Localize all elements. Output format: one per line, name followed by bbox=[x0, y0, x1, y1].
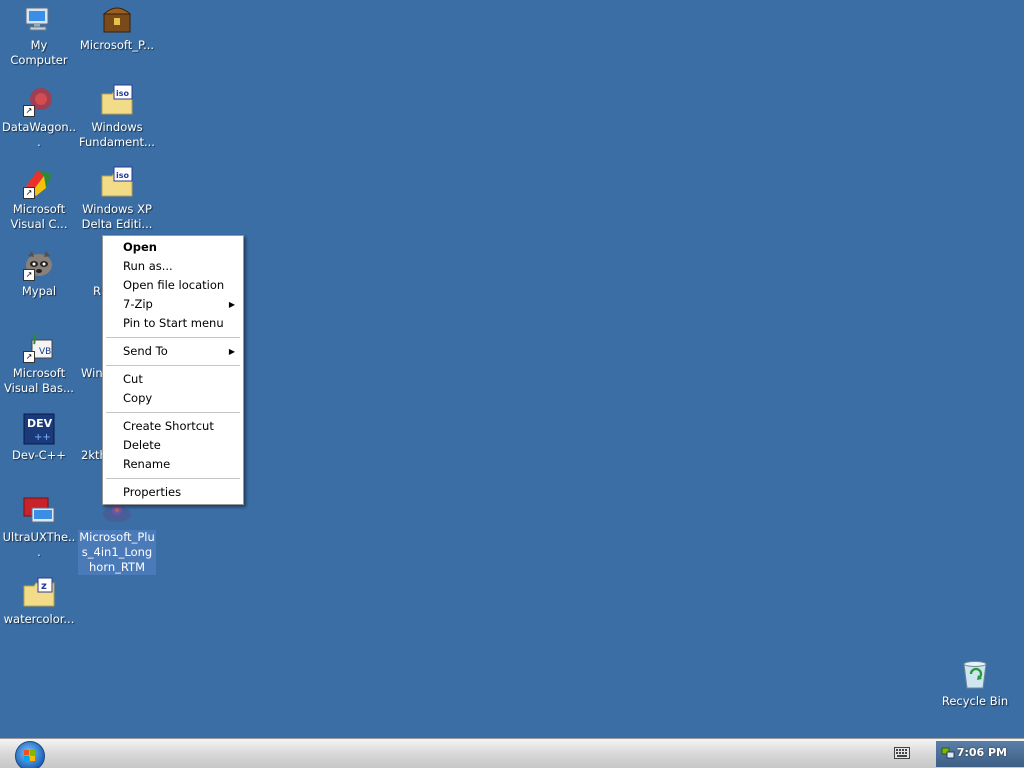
menu-item-label: Create Shortcut bbox=[123, 419, 214, 433]
desktop-icon-dev-cpp[interactable]: DEV ++ Dev-C++ bbox=[0, 412, 78, 463]
desktop-icon-windows-fundamentals[interactable]: iso Windows Fundament... bbox=[78, 84, 156, 150]
menu-item-label: Run as... bbox=[123, 259, 173, 273]
menu-item-label: Delete bbox=[123, 438, 161, 452]
iso-folder-icon: iso bbox=[100, 166, 134, 200]
desktop[interactable]: My Computer ↗ DataWagon... ↗ Microsoft V… bbox=[0, 0, 1024, 738]
context-menu: Open Run as... Open file location 7-Zip ▶… bbox=[102, 235, 244, 505]
menu-item-label: Open file location bbox=[123, 278, 225, 292]
system-tray: 7:06 PM bbox=[884, 739, 1024, 768]
desktop-icon-microsoft-p[interactable]: Microsoft_P... bbox=[78, 2, 156, 53]
network-icon[interactable] bbox=[941, 746, 955, 760]
desktop-icon-microsoft-plus-longhorn[interactable]: Microsoft_Plus_4in1_Longhorn_RTM bbox=[78, 494, 156, 575]
desktop-icon-windows-xp-delta[interactable]: iso Windows XP Delta Editi... bbox=[78, 166, 156, 232]
zip-folder-icon: z bbox=[22, 576, 56, 610]
iso-folder-icon: iso bbox=[100, 84, 134, 118]
dev-cpp-icon: DEV ++ bbox=[22, 412, 56, 446]
recycle-bin-icon bbox=[958, 658, 992, 692]
desktop-icon-label: Dev-C++ bbox=[12, 448, 66, 462]
menu-separator bbox=[106, 365, 240, 366]
desktop-icon-label: UltraUXThe... bbox=[2, 530, 76, 559]
start-button[interactable] bbox=[15, 741, 45, 768]
windows-logo-icon bbox=[24, 750, 35, 761]
svg-text:iso: iso bbox=[116, 89, 130, 98]
desktop-icon-label: Microsoft_Plus_4in1_Longhorn_RTM bbox=[78, 530, 156, 575]
menu-item-copy[interactable]: Copy bbox=[103, 389, 243, 408]
desktop-icon-watercolor[interactable]: z watercolor... bbox=[0, 576, 78, 627]
shortcut-arrow-icon: ↗ bbox=[23, 351, 35, 363]
desktop-icon-label: Windows XP Delta Editi... bbox=[81, 202, 153, 231]
desktop-icon-label: Recycle Bin bbox=[941, 694, 1009, 708]
desktop-icon-visual-cpp[interactable]: ↗ Microsoft Visual C... bbox=[0, 166, 78, 232]
menu-item-label: Send To bbox=[123, 344, 168, 358]
menu-separator bbox=[106, 337, 240, 338]
desktop-icon-label: DataWagon... bbox=[1, 120, 77, 149]
taskbar: 7:06 PM bbox=[0, 738, 1024, 768]
menu-item-label: Pin to Start menu bbox=[123, 316, 224, 330]
visual-basic-icon: VB ↗ bbox=[22, 330, 56, 364]
menu-separator bbox=[106, 478, 240, 479]
desktop-icon-mypal[interactable]: ↗ Mypal bbox=[0, 248, 78, 299]
desktop-icon-label: Windows Fundament... bbox=[79, 120, 155, 149]
desktop-icon-recycle-bin[interactable]: Recycle Bin bbox=[936, 658, 1014, 709]
keyboard-icon[interactable] bbox=[894, 747, 910, 759]
menu-item-label: Properties bbox=[123, 485, 182, 499]
shortcut-arrow-icon: ↗ bbox=[23, 105, 35, 117]
desktop-icon-my-computer[interactable]: My Computer bbox=[0, 2, 78, 68]
menu-item-open[interactable]: Open bbox=[103, 238, 243, 257]
menu-item-create-shortcut[interactable]: Create Shortcut bbox=[103, 417, 243, 436]
menu-item-properties[interactable]: Properties bbox=[103, 483, 243, 502]
svg-text:DEV: DEV bbox=[27, 417, 53, 430]
desktop-icon-label: watercolor... bbox=[3, 612, 75, 626]
submenu-arrow-icon: ▶ bbox=[228, 300, 235, 309]
menu-item-rename[interactable]: Rename bbox=[103, 455, 243, 474]
menu-item-label: Cut bbox=[123, 372, 143, 386]
shortcut-arrow-icon: ↗ bbox=[23, 187, 35, 199]
svg-text:++: ++ bbox=[34, 432, 51, 443]
submenu-arrow-icon: ▶ bbox=[228, 347, 235, 356]
desktop-icon-label: Microsoft Visual C... bbox=[10, 202, 68, 231]
svg-text:VB: VB bbox=[39, 347, 51, 357]
menu-separator bbox=[106, 412, 240, 413]
visual-cpp-icon: ↗ bbox=[22, 166, 56, 200]
clock[interactable]: 7:06 PM bbox=[957, 746, 1007, 759]
menu-item-send-to[interactable]: Send To ▶ bbox=[103, 342, 243, 361]
ultraux-icon bbox=[22, 494, 56, 528]
desktop-icon-label: Microsoft Visual Bas... bbox=[4, 366, 74, 395]
menu-item-run-as[interactable]: Run as... bbox=[103, 257, 243, 276]
computer-icon bbox=[22, 2, 56, 36]
svg-text:iso: iso bbox=[116, 171, 130, 180]
datawagon-icon: ↗ bbox=[22, 84, 56, 118]
menu-item-delete[interactable]: Delete bbox=[103, 436, 243, 455]
menu-item-label: Rename bbox=[123, 457, 171, 471]
desktop-icon-visual-basic[interactable]: VB ↗ Microsoft Visual Bas... bbox=[0, 330, 78, 396]
desktop-icon-datawagon[interactable]: ↗ DataWagon... bbox=[0, 84, 78, 150]
menu-item-label: Open bbox=[123, 240, 157, 254]
menu-item-cut[interactable]: Cut bbox=[103, 370, 243, 389]
raccoon-icon: ↗ bbox=[22, 248, 56, 282]
shortcut-arrow-icon: ↗ bbox=[23, 269, 35, 281]
desktop-icon-label: My Computer bbox=[10, 38, 68, 67]
desktop-icon-label: Microsoft_P... bbox=[79, 38, 155, 52]
svg-text:z: z bbox=[41, 581, 47, 592]
desktop-icon-ultraux[interactable]: UltraUXThe... bbox=[0, 494, 78, 560]
treasure-chest-icon bbox=[100, 2, 134, 36]
menu-item-open-file-location[interactable]: Open file location bbox=[103, 276, 243, 295]
desktop-icon-label: Mypal bbox=[21, 284, 57, 298]
menu-item-label: 7-Zip bbox=[123, 297, 153, 311]
menu-item-pin-to-start-menu[interactable]: Pin to Start menu bbox=[103, 314, 243, 333]
menu-item-label: Copy bbox=[123, 391, 153, 405]
menu-item-7-zip[interactable]: 7-Zip ▶ bbox=[103, 295, 243, 314]
